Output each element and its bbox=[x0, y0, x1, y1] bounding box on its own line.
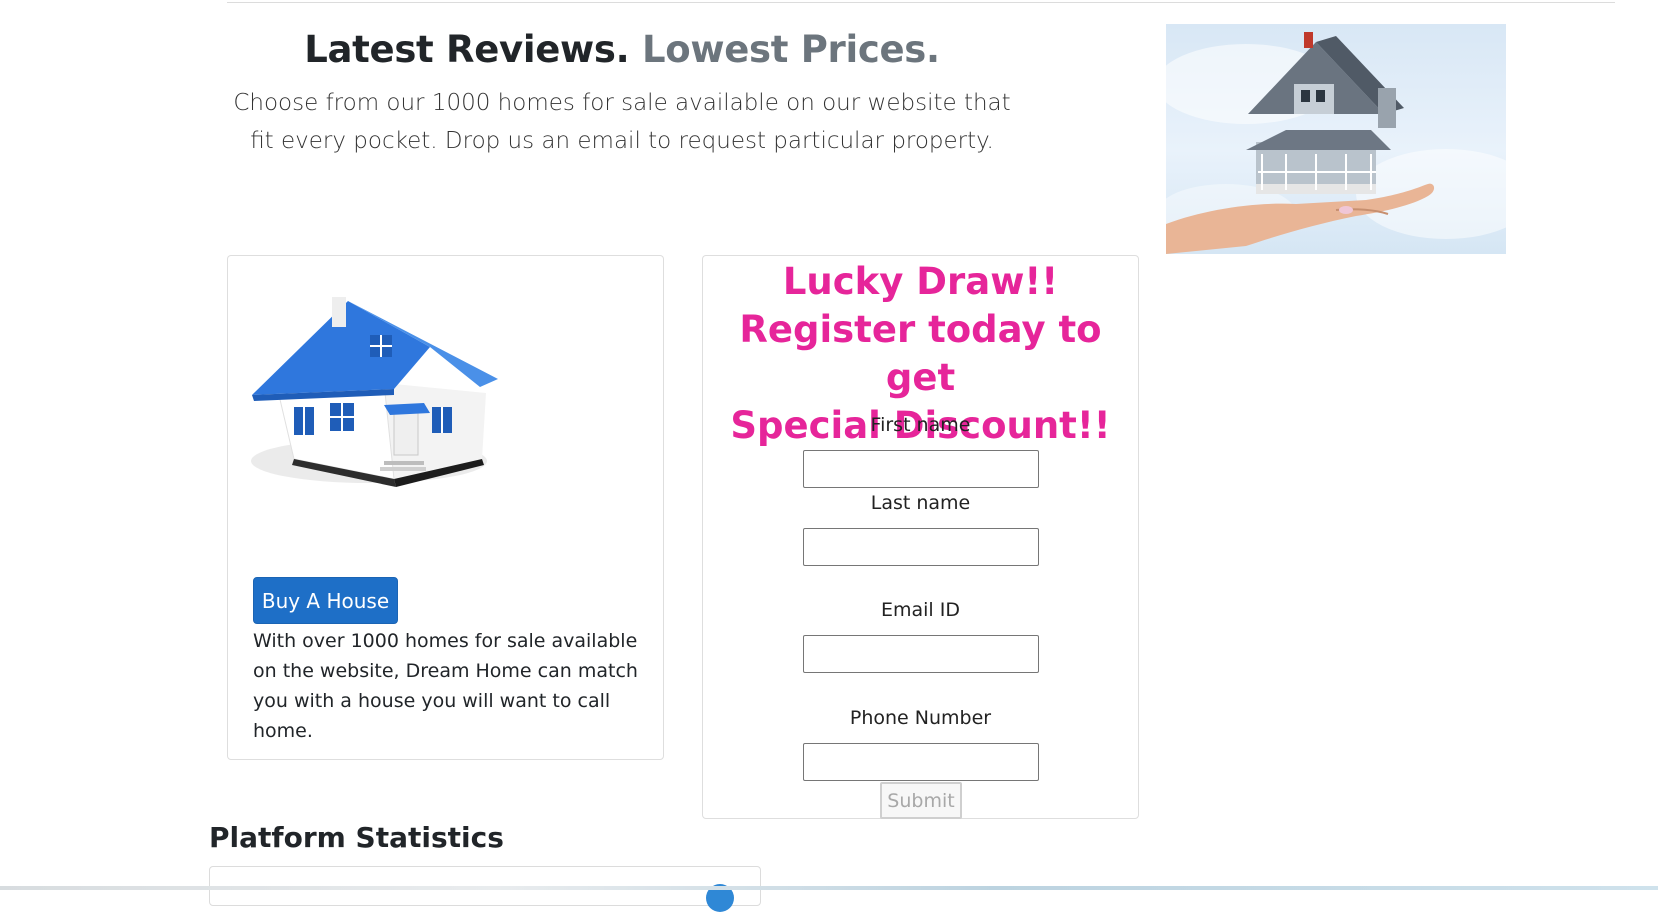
hero-title-strong: Latest Reviews. bbox=[304, 28, 630, 71]
last-name-label: Last name bbox=[870, 492, 971, 514]
hero-title: Latest Reviews. Lowest Prices. bbox=[227, 28, 1017, 72]
hero-lead: Choose from our 1000 homes for sale avai… bbox=[233, 90, 1011, 154]
last-name-field[interactable] bbox=[803, 528, 1039, 566]
submit-button[interactable]: Submit bbox=[880, 782, 962, 819]
lucky-draw-title-line1: Lucky Draw!! bbox=[782, 260, 1059, 303]
phone-number-field[interactable] bbox=[803, 743, 1039, 781]
hand-holding-house-image bbox=[1166, 24, 1506, 254]
hero-title-muted: Lowest Prices. bbox=[641, 28, 940, 71]
lucky-draw-title-line2: Register today to get bbox=[739, 308, 1102, 399]
bottom-edge-bar bbox=[0, 886, 1658, 890]
house-illustration bbox=[234, 283, 504, 508]
platform-statistics-heading: Platform Statistics bbox=[209, 821, 504, 854]
first-name-label: First name bbox=[870, 414, 971, 436]
email-label: Email ID bbox=[881, 599, 960, 621]
top-divider bbox=[227, 2, 1615, 3]
buy-house-button[interactable]: Buy A House bbox=[253, 577, 398, 624]
buy-card-description: With over 1000 homes for sale available … bbox=[253, 630, 638, 742]
email-field[interactable] bbox=[803, 635, 1039, 673]
phone-number-label: Phone Number bbox=[849, 707, 992, 729]
first-name-field[interactable] bbox=[803, 450, 1039, 488]
